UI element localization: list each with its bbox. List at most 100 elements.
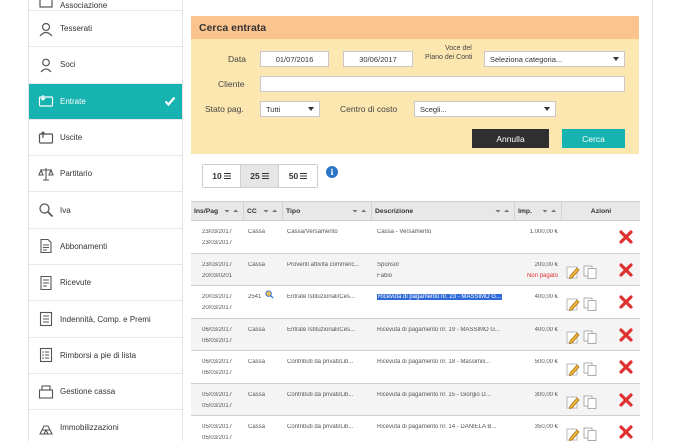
- sidebar-item-associazione[interactable]: Associazione: [29, 0, 182, 11]
- sidebar-item-soci[interactable]: Soci: [29, 47, 182, 84]
- stato-label: Stato pag.: [205, 104, 244, 114]
- delete-icon[interactable]: [619, 295, 633, 309]
- row-actions: [566, 423, 640, 441]
- cashbox-icon: [37, 383, 55, 401]
- info-icon[interactable]: i: [326, 166, 338, 178]
- duplicate-icon[interactable]: [583, 297, 597, 311]
- search-icon[interactable]: [265, 290, 274, 301]
- date-to-input[interactable]: 30/06/2017: [343, 51, 413, 67]
- header-imp[interactable]: Imp. ⏷ ⏶: [515, 202, 562, 220]
- page-size-25[interactable]: 25: [241, 165, 279, 187]
- edit-icon[interactable]: [566, 330, 580, 344]
- table-row[interactable]: 06/03/2017 06/03/2017 Cassa Entrate Istituz…: [191, 318, 640, 351]
- cc-cell: 2541: [248, 294, 262, 300]
- row-actions: [566, 228, 640, 248]
- ins-date: 06/03/2017: [202, 326, 233, 333]
- sidebar-item-iva[interactable]: Iva: [29, 192, 182, 229]
- centro-select-value: Scegli...: [420, 104, 447, 114]
- sidebar-item-rimborsi[interactable]: Rimborsi a pie di lista: [29, 338, 182, 374]
- table-row[interactable]: 23/03/2017 20/03/0201 Cassa Proventi attivi…: [191, 253, 640, 286]
- header-label: Imp.: [518, 207, 532, 215]
- table-row[interactable]: 20/03/2017 20/03/2017 2541 Entrate Istituzi…: [191, 286, 640, 319]
- header-ins-pag[interactable]: Ins/Pag ⏷ ⏶: [191, 202, 244, 220]
- sidebar-item-label: Soci: [60, 60, 76, 70]
- sidebar-item-ricevute[interactable]: Ricevute: [29, 265, 182, 302]
- duplicate-icon[interactable]: [583, 395, 597, 409]
- category-select-value: Seleziona categoria...: [490, 54, 563, 64]
- wallet-in-icon: [37, 92, 55, 110]
- ins-date: 05/03/2017: [202, 424, 233, 430]
- descrizione-cell: Ricevuta di pagamento nr. 23 - MASSIMO G…: [377, 294, 503, 300]
- header-tipo[interactable]: Tipo ⏷ ⏶: [283, 202, 372, 220]
- sidebar-item-label: Immobilizzazioni: [60, 423, 119, 433]
- page-size-label: 10: [212, 171, 222, 181]
- annulla-button[interactable]: Annulla: [472, 129, 549, 148]
- payment-status: Non pagato: [526, 272, 558, 279]
- cliente-label: Cliente: [218, 79, 245, 89]
- delete-icon[interactable]: [619, 327, 633, 342]
- entries-table: Ins/Pag ⏷ ⏶ CC ⏷ ⏶ Tipo ⏷ ⏶ Descrizione ⏷ ⏶ …: [191, 201, 640, 441]
- table-row[interactable]: 06/03/2017 06/03/2017 Cassa Contributi da p…: [191, 351, 640, 384]
- stato-select[interactable]: Tutti: [260, 101, 320, 117]
- cerca-button[interactable]: Cerca: [562, 129, 625, 148]
- sidebar-item-uscite[interactable]: Uscite: [29, 120, 182, 157]
- table-header: Ins/Pag ⏷ ⏶ CC ⏷ ⏶ Tipo ⏷ ⏶ Descrizione ⏷ ⏶ …: [191, 201, 640, 221]
- cliente-input[interactable]: [260, 76, 625, 92]
- edit-icon[interactable]: [566, 427, 580, 441]
- delete-icon[interactable]: [619, 360, 633, 374]
- cc-cell: Cassa: [248, 261, 266, 268]
- edit-icon[interactable]: [566, 395, 580, 409]
- duplicate-icon[interactable]: [583, 265, 597, 279]
- voce-label-1: Voce del: [445, 45, 472, 52]
- delete-icon[interactable]: [619, 230, 633, 244]
- delete-icon[interactable]: [619, 392, 633, 407]
- header-cc[interactable]: CC ⏷ ⏶: [244, 202, 283, 220]
- pag-date: 06/03/2017: [202, 370, 233, 376]
- person-icon: [37, 56, 55, 74]
- sidebar-item-gestione[interactable]: Gestione cassa: [29, 374, 182, 411]
- duplicate-icon[interactable]: [583, 362, 597, 376]
- importo-cell: 200,00 €: [534, 261, 558, 268]
- duplicate-icon[interactable]: [583, 427, 597, 441]
- delete-icon[interactable]: [619, 262, 633, 277]
- descrizione-cell: Cassa - Versamento: [377, 229, 432, 235]
- duplicate-icon[interactable]: [583, 330, 597, 344]
- tipo-cell: Contributi da privati/Lib...: [287, 359, 354, 365]
- sidebar-item-tesserati[interactable]: Tesserati: [29, 11, 182, 48]
- page-size-10[interactable]: 10: [203, 165, 241, 187]
- sidebar-item-entrate[interactable]: Entrate: [29, 83, 182, 120]
- cc-cell: Cassa: [248, 424, 266, 430]
- sidebar-item-abbonamenti[interactable]: Abbonamenti: [29, 229, 182, 266]
- header-descrizione[interactable]: Descrizione ⏷ ⏶: [372, 202, 515, 220]
- edit-icon[interactable]: [566, 297, 580, 311]
- sidebar-item-immobilizzazioni[interactable]: Immobilizzazioni: [29, 410, 182, 441]
- delete-icon[interactable]: [619, 425, 633, 439]
- category-select[interactable]: Seleziona categoria...: [484, 51, 625, 67]
- table-row[interactable]: 23/03/2017 23/03/2017 Cassa Cassa/Versament…: [191, 221, 640, 254]
- header-label: Tipo: [286, 207, 301, 215]
- table-row[interactable]: 05/03/2017 05/03/2017 Cassa Contributi da p…: [191, 383, 640, 416]
- sort-icon: ⏷ ⏶: [263, 209, 278, 215]
- ins-date: 06/03/2017: [202, 359, 233, 365]
- date-from-input[interactable]: 01/07/2016: [260, 51, 329, 67]
- edit-icon[interactable]: [566, 265, 580, 279]
- sidebar-item-label: Ricevute: [60, 278, 92, 288]
- edit-icon[interactable]: [566, 362, 580, 376]
- sidebar-item-partitario[interactable]: Partitario: [29, 156, 182, 193]
- page-divider: [652, 0, 653, 441]
- page-size-label: 50: [288, 171, 299, 181]
- sidebar-item-label: Tesserati: [60, 24, 93, 34]
- header-label: Descrizione: [375, 207, 414, 215]
- cc-cell: Cassa: [248, 391, 266, 398]
- row-actions: [566, 326, 640, 346]
- pag-date: 06/03/2017: [202, 337, 233, 344]
- receipt-icon: [37, 274, 55, 292]
- chevron-down-icon: [613, 57, 619, 61]
- centro-select[interactable]: Scegli...: [414, 101, 556, 117]
- table-row[interactable]: 05/03/2017 05/03/2017 Cassa Contributi da p…: [191, 416, 640, 441]
- page-size-50[interactable]: 50: [279, 165, 317, 187]
- sidebar-item-label: Uscite: [60, 133, 83, 143]
- row-actions: [566, 391, 640, 411]
- sidebar-item-indennità[interactable]: Indennità, Comp. e Premi: [29, 301, 182, 338]
- document-icon: [37, 237, 55, 255]
